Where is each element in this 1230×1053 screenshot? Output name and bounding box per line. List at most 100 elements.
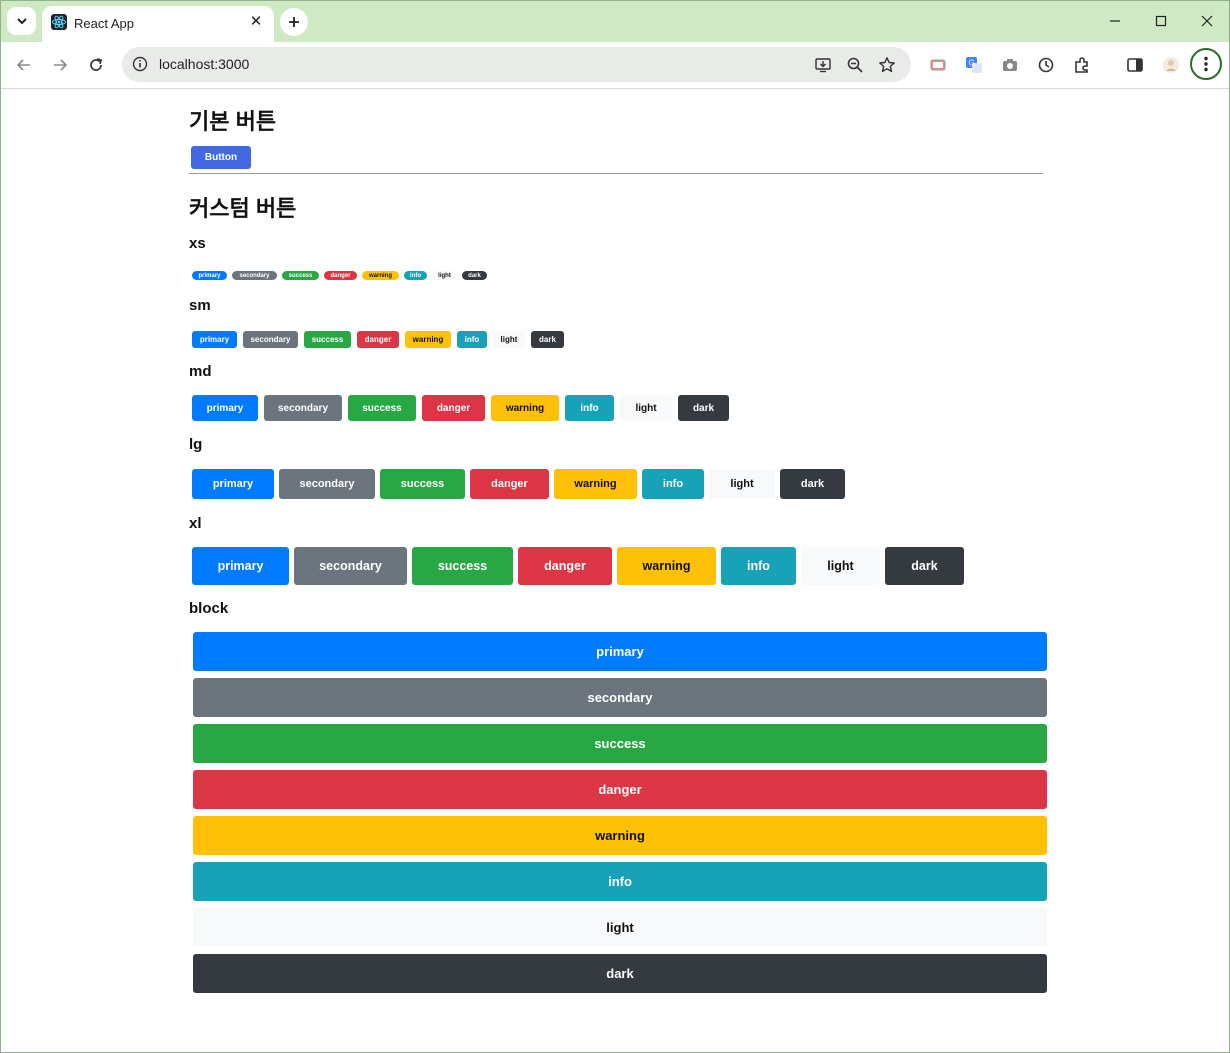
xl-danger-button[interactable]: danger (518, 547, 612, 585)
xl-info-button[interactable]: info (721, 547, 796, 585)
xl-light-button[interactable]: light (801, 547, 880, 585)
sm-dark-button[interactable]: dark (531, 331, 564, 348)
lg-warning-button[interactable]: warning (554, 469, 637, 499)
close-icon (1201, 15, 1213, 27)
lg-info-button[interactable]: info (642, 469, 704, 499)
block-dark-button[interactable]: dark (193, 954, 1047, 993)
react-icon (51, 14, 67, 30)
minimize-icon (1110, 20, 1120, 22)
plus-icon (289, 17, 299, 27)
md-danger-button[interactable]: danger (422, 395, 485, 421)
page-viewport: 기본 버튼 Button 커스텀 버튼 xs primary secondary… (1, 89, 1229, 1052)
block-light-button[interactable]: light (193, 908, 1047, 947)
size-label-sm: sm (189, 297, 211, 314)
size-label-xl: xl (189, 515, 202, 532)
block-danger-button[interactable]: danger (193, 770, 1047, 809)
browser-window: React App ✕ localhost:3000 G 기본 버튼 Butto… (0, 0, 1230, 1053)
custom-button-heading: 커스텀 버튼 (189, 196, 297, 221)
cast-icon[interactable] (927, 54, 949, 76)
xl-primary-button[interactable]: primary (192, 547, 289, 585)
reload-button[interactable] (82, 51, 110, 79)
basic-button-heading: 기본 버튼 (189, 109, 277, 134)
forward-arrow-icon (54, 59, 68, 71)
back-button[interactable] (10, 51, 38, 79)
sm-light-button[interactable]: light (493, 331, 525, 348)
md-warning-button[interactable]: warning (491, 395, 559, 421)
xs-primary-button[interactable]: primary (192, 271, 227, 280)
address-bar[interactable]: localhost:3000 (122, 47, 911, 82)
sm-primary-button[interactable]: primary (192, 331, 237, 348)
block-success-button[interactable]: success (193, 724, 1047, 763)
xs-danger-button[interactable]: danger (324, 271, 357, 280)
md-light-button[interactable]: light (620, 395, 672, 421)
sm-danger-button[interactable]: danger (357, 331, 399, 348)
size-label-xs: xs (189, 235, 206, 252)
xs-success-button[interactable]: success (282, 271, 319, 280)
lg-secondary-button[interactable]: secondary (279, 469, 375, 499)
block-primary-button[interactable]: primary (193, 632, 1047, 671)
side-panel-icon[interactable] (1124, 54, 1146, 76)
close-window-button[interactable] (1195, 9, 1219, 33)
star-icon[interactable] (876, 54, 898, 76)
button-row-xl: primary secondary success danger warning… (192, 547, 969, 585)
block-warning-button[interactable]: warning (193, 816, 1047, 855)
basic-button[interactable]: Button (191, 146, 251, 169)
xl-warning-button[interactable]: warning (617, 547, 716, 585)
forward-button[interactable] (46, 51, 74, 79)
xl-secondary-button[interactable]: secondary (294, 547, 407, 585)
xs-info-button[interactable]: info (404, 271, 427, 280)
sm-info-button[interactable]: info (457, 331, 487, 348)
xs-dark-button[interactable]: dark (462, 271, 487, 280)
divider (189, 173, 1043, 174)
browser-toolbar: localhost:3000 G (1, 42, 1229, 89)
lg-primary-button[interactable]: primary (192, 469, 274, 499)
install-app-icon[interactable] (812, 54, 834, 76)
block-info-button[interactable]: info (193, 862, 1047, 901)
xl-dark-button[interactable]: dark (885, 547, 964, 585)
lg-danger-button[interactable]: danger (470, 469, 549, 499)
xl-success-button[interactable]: success (412, 547, 513, 585)
xs-secondary-button[interactable]: secondary (232, 271, 277, 280)
minimize-button[interactable] (1103, 9, 1127, 33)
md-secondary-button[interactable]: secondary (264, 395, 342, 421)
lg-success-button[interactable]: success (380, 469, 465, 499)
button-row-xs: primary secondary success danger warning… (192, 271, 492, 280)
tab-strip: React App ✕ (1, 1, 1229, 42)
block-secondary-button[interactable]: secondary (193, 678, 1047, 717)
size-label-md: md (189, 363, 212, 380)
tab-search-button[interactable] (7, 7, 36, 35)
button-column-block: primary secondary success danger warning… (193, 632, 1047, 1000)
translate-icon[interactable]: G (963, 54, 985, 76)
url-text: localhost:3000 (159, 56, 250, 72)
close-icon[interactable]: ✕ (248, 13, 264, 31)
tab-title: React App (74, 16, 134, 31)
xs-light-button[interactable]: light (432, 271, 457, 280)
lg-dark-button[interactable]: dark (780, 469, 845, 499)
profile-avatar[interactable] (1160, 54, 1182, 76)
size-label-lg: lg (189, 436, 203, 453)
md-success-button[interactable]: success (348, 395, 416, 421)
button-row-lg: primary secondary success danger warning… (192, 469, 850, 499)
md-primary-button[interactable]: primary (192, 395, 258, 421)
sync-icon[interactable] (1035, 54, 1057, 76)
md-info-button[interactable]: info (565, 395, 614, 421)
maximize-button[interactable] (1149, 9, 1173, 33)
extensions-icon[interactable] (1071, 54, 1093, 76)
tab-react-app[interactable]: React App ✕ (42, 6, 274, 42)
back-arrow-icon (16, 59, 30, 71)
sm-success-button[interactable]: success (304, 331, 351, 348)
info-icon[interactable] (131, 55, 149, 73)
size-label-block: block (189, 600, 229, 617)
sm-warning-button[interactable]: warning (405, 331, 451, 348)
kebab-menu-icon[interactable] (1190, 48, 1222, 80)
svg-text:G: G (969, 59, 975, 68)
sm-secondary-button[interactable]: secondary (243, 331, 298, 348)
md-dark-button[interactable]: dark (678, 395, 729, 421)
camera-icon[interactable] (999, 54, 1021, 76)
chevron-down-icon (16, 18, 27, 25)
maximize-icon (1155, 15, 1167, 27)
new-tab-button[interactable] (280, 8, 308, 36)
xs-warning-button[interactable]: warning (362, 271, 399, 280)
zoom-icon[interactable] (844, 54, 866, 76)
lg-light-button[interactable]: light (709, 469, 775, 499)
